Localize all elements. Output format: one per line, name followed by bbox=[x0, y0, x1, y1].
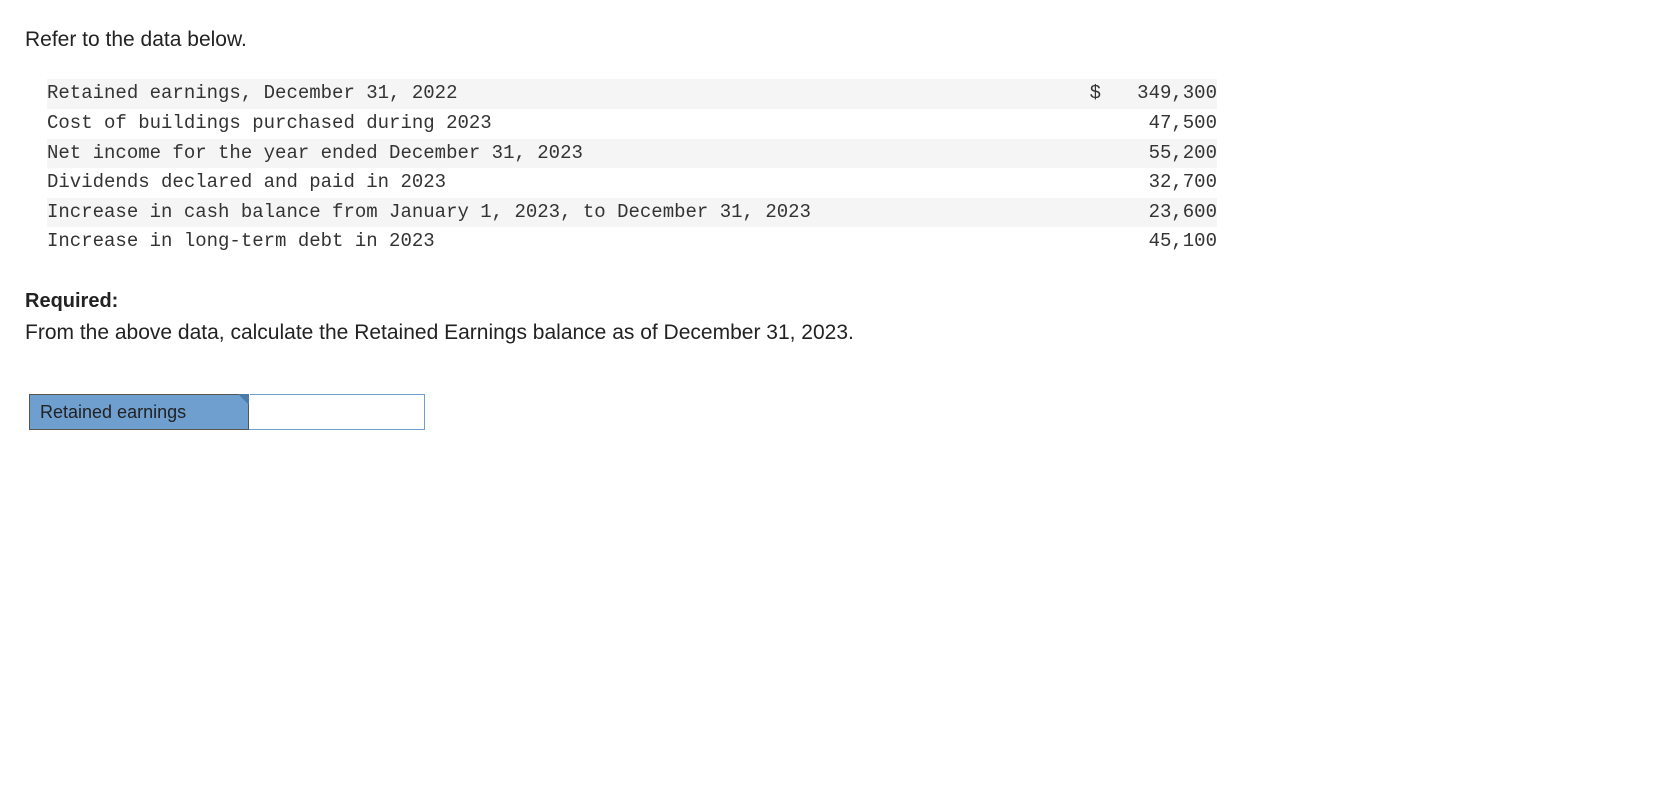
row-label: Cost of buildings purchased during 2023 bbox=[47, 109, 1061, 139]
row-value: 349,300 bbox=[1107, 79, 1217, 109]
table-row: Retained earnings, December 31, 2022 $ 3… bbox=[47, 79, 1217, 109]
required-block: Required: From the above data, calculate… bbox=[25, 287, 1634, 348]
row-currency bbox=[1061, 168, 1107, 198]
table-row: Dividends declared and paid in 2023 32,7… bbox=[47, 168, 1217, 198]
row-currency bbox=[1061, 139, 1107, 169]
row-value: 32,700 bbox=[1107, 168, 1217, 198]
answer-label-cell: Retained earnings bbox=[29, 394, 249, 430]
row-currency: $ bbox=[1061, 79, 1107, 109]
row-label: Increase in long-term debt in 2023 bbox=[47, 227, 1061, 257]
row-value: 55,200 bbox=[1107, 139, 1217, 169]
table-row: Increase in long-term debt in 2023 45,10… bbox=[47, 227, 1217, 257]
table-row: Cost of buildings purchased during 2023 … bbox=[47, 109, 1217, 139]
row-label: Increase in cash balance from January 1,… bbox=[47, 198, 1061, 228]
row-value: 23,600 bbox=[1107, 198, 1217, 228]
answer-row: Retained earnings bbox=[29, 394, 1634, 430]
row-label: Dividends declared and paid in 2023 bbox=[47, 168, 1061, 198]
table-row: Net income for the year ended December 3… bbox=[47, 139, 1217, 169]
row-currency bbox=[1061, 198, 1107, 228]
data-table: Retained earnings, December 31, 2022 $ 3… bbox=[47, 79, 1217, 256]
table-row: Increase in cash balance from January 1,… bbox=[47, 198, 1217, 228]
required-heading: Required: bbox=[25, 287, 1634, 316]
row-value: 45,100 bbox=[1107, 227, 1217, 257]
intro-text: Refer to the data below. bbox=[25, 25, 1634, 55]
retained-earnings-input[interactable] bbox=[249, 394, 425, 430]
row-label: Net income for the year ended December 3… bbox=[47, 139, 1061, 169]
required-text: From the above data, calculate the Retai… bbox=[25, 318, 1634, 348]
row-currency bbox=[1061, 109, 1107, 139]
row-value: 47,500 bbox=[1107, 109, 1217, 139]
corner-fold-icon bbox=[238, 394, 249, 405]
answer-label-text: Retained earnings bbox=[40, 402, 186, 422]
row-currency bbox=[1061, 227, 1107, 257]
row-label: Retained earnings, December 31, 2022 bbox=[47, 79, 1061, 109]
